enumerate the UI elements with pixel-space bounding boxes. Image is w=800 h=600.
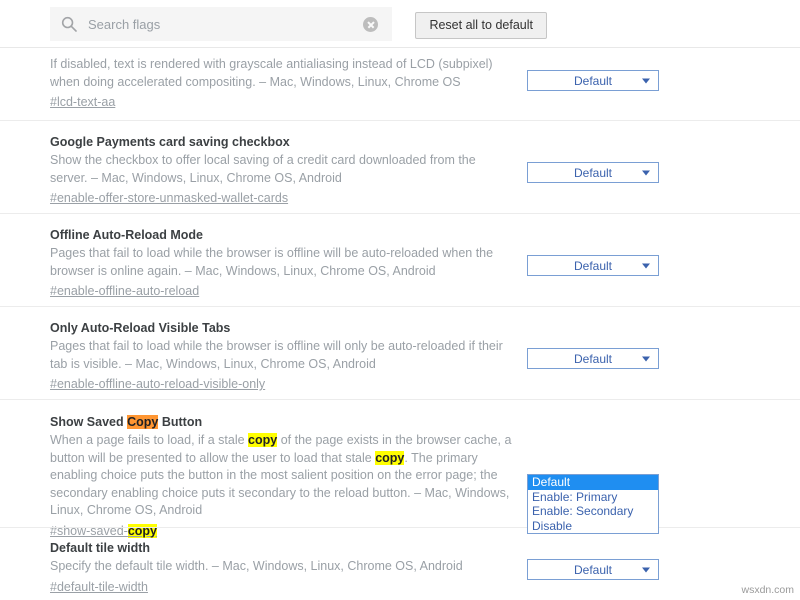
flag-divider <box>0 527 800 528</box>
flag-select-default-tile-width[interactable]: Default <box>527 559 659 580</box>
dropdown-option-enable-secondary[interactable]: Enable: Secondary <box>528 504 658 519</box>
flag-entry-offline-auto-reload-mode: Offline Auto-Reload Mode Pages that fail… <box>0 227 800 300</box>
flag-entry-default-tile-width: Default tile width Specify the default t… <box>0 540 800 596</box>
flag-select-lcd-text-aa[interactable]: Default <box>527 70 659 91</box>
chevron-down-icon <box>642 78 650 83</box>
flag-select-value: Default <box>574 74 612 88</box>
dropdown-option-disable[interactable]: Disable <box>528 519 658 534</box>
flag-anchor-link[interactable]: #show-saved-copy <box>50 523 157 540</box>
flag-anchor-text: #show-saved- <box>50 524 128 538</box>
chevron-down-icon <box>642 170 650 175</box>
flag-description-text: Specify the default tile width. <box>50 559 212 573</box>
flag-title: Offline Auto-Reload Mode <box>50 227 800 243</box>
flag-description: Pages that fail to load while the browse… <box>50 338 512 373</box>
watermark: wsxdn.com <box>741 584 794 596</box>
chevron-down-icon <box>642 356 650 361</box>
search-flags-field[interactable] <box>50 7 392 41</box>
flag-anchor-link[interactable]: #enable-offline-auto-reload-visible-only <box>50 376 265 393</box>
flag-divider <box>0 399 800 400</box>
flag-select-offline-auto-reload-mode[interactable]: Default <box>527 255 659 276</box>
flag-select-value: Default <box>574 259 612 273</box>
search-input[interactable] <box>88 17 363 32</box>
flag-platforms: – Mac, Windows, Linux, Chrome OS, Androi… <box>212 559 463 573</box>
dropdown-option-enable-primary[interactable]: Enable: Primary <box>528 490 658 505</box>
flag-platforms: – Mac, Windows, Linux, Chrome OS, Androi… <box>185 264 436 278</box>
clear-search-icon[interactable] <box>363 17 378 32</box>
flag-platforms: – Mac, Windows, Linux, Chrome OS, Androi… <box>91 171 342 185</box>
flag-divider <box>0 120 800 121</box>
flag-select-value: Default <box>574 352 612 366</box>
flag-entry-show-saved-copy-button: Show Saved Copy Button When a page fails… <box>0 414 800 540</box>
reset-all-to-default-button[interactable]: Reset all to default <box>415 12 547 39</box>
flag-platforms: – Mac, Windows, Linux, Chrome OS, Androi… <box>125 357 376 371</box>
flag-anchor-link[interactable]: #enable-offer-store-unmasked-wallet-card… <box>50 190 288 207</box>
search-icon <box>61 16 77 32</box>
chevron-down-icon <box>642 567 650 572</box>
flags-list[interactable]: If disabled, text is rendered with grays… <box>0 48 800 600</box>
flag-title: Only Auto-Reload Visible Tabs <box>50 320 800 336</box>
flag-anchor-link[interactable]: #lcd-text-aa <box>50 94 115 111</box>
flag-entry-google-payments-card-saving-checkbox: Google Payments card saving checkbox Sho… <box>0 134 800 207</box>
chevron-down-icon <box>642 263 650 268</box>
flag-select-only-auto-reload-visible-tabs[interactable]: Default <box>527 348 659 369</box>
flag-title: Default tile width <box>50 540 800 556</box>
flag-entry-only-auto-reload-visible-tabs: Only Auto-Reload Visible Tabs Pages that… <box>0 320 800 393</box>
flag-select-google-payments-card-saving-checkbox[interactable]: Default <box>527 162 659 183</box>
flag-description-text-1: When a page fails to load, if a stale <box>50 433 248 447</box>
flag-platforms: – Mac, Windows, Linux, Chrome OS <box>259 75 460 89</box>
flag-description: Show the checkbox to offer local saving … <box>50 152 512 187</box>
flag-title-part-2: Button <box>158 415 202 429</box>
dropdown-option-default[interactable]: Default <box>528 475 658 490</box>
flag-select-value: Default <box>574 563 612 577</box>
search-match: copy <box>248 433 277 447</box>
flag-description: If disabled, text is rendered with grays… <box>50 56 512 91</box>
flag-divider <box>0 213 800 214</box>
flag-anchor-link[interactable]: #enable-offline-auto-reload <box>50 283 199 300</box>
flag-title: Google Payments card saving checkbox <box>50 134 800 150</box>
flag-select-value: Default <box>574 166 612 180</box>
flags-header-bar: Reset all to default <box>0 0 800 48</box>
flag-description: Specify the default tile width. – Mac, W… <box>50 558 512 576</box>
search-match: copy <box>375 451 404 465</box>
flag-entry-lcd-text-aa: If disabled, text is rendered with grays… <box>0 54 800 111</box>
search-match-active: Copy <box>127 415 158 429</box>
search-match: copy <box>128 524 157 538</box>
flag-title: Show Saved Copy Button <box>50 414 800 430</box>
flag-title-part-1: Show Saved <box>50 415 127 429</box>
flag-description: Pages that fail to load while the browse… <box>50 245 512 280</box>
flag-select-dropdown-options[interactable]: Default Enable: Primary Enable: Secondar… <box>527 474 659 534</box>
flag-divider <box>0 306 800 307</box>
flag-anchor-link[interactable]: #default-tile-width <box>50 579 148 596</box>
flag-description: When a page fails to load, if a stale co… <box>50 432 512 520</box>
